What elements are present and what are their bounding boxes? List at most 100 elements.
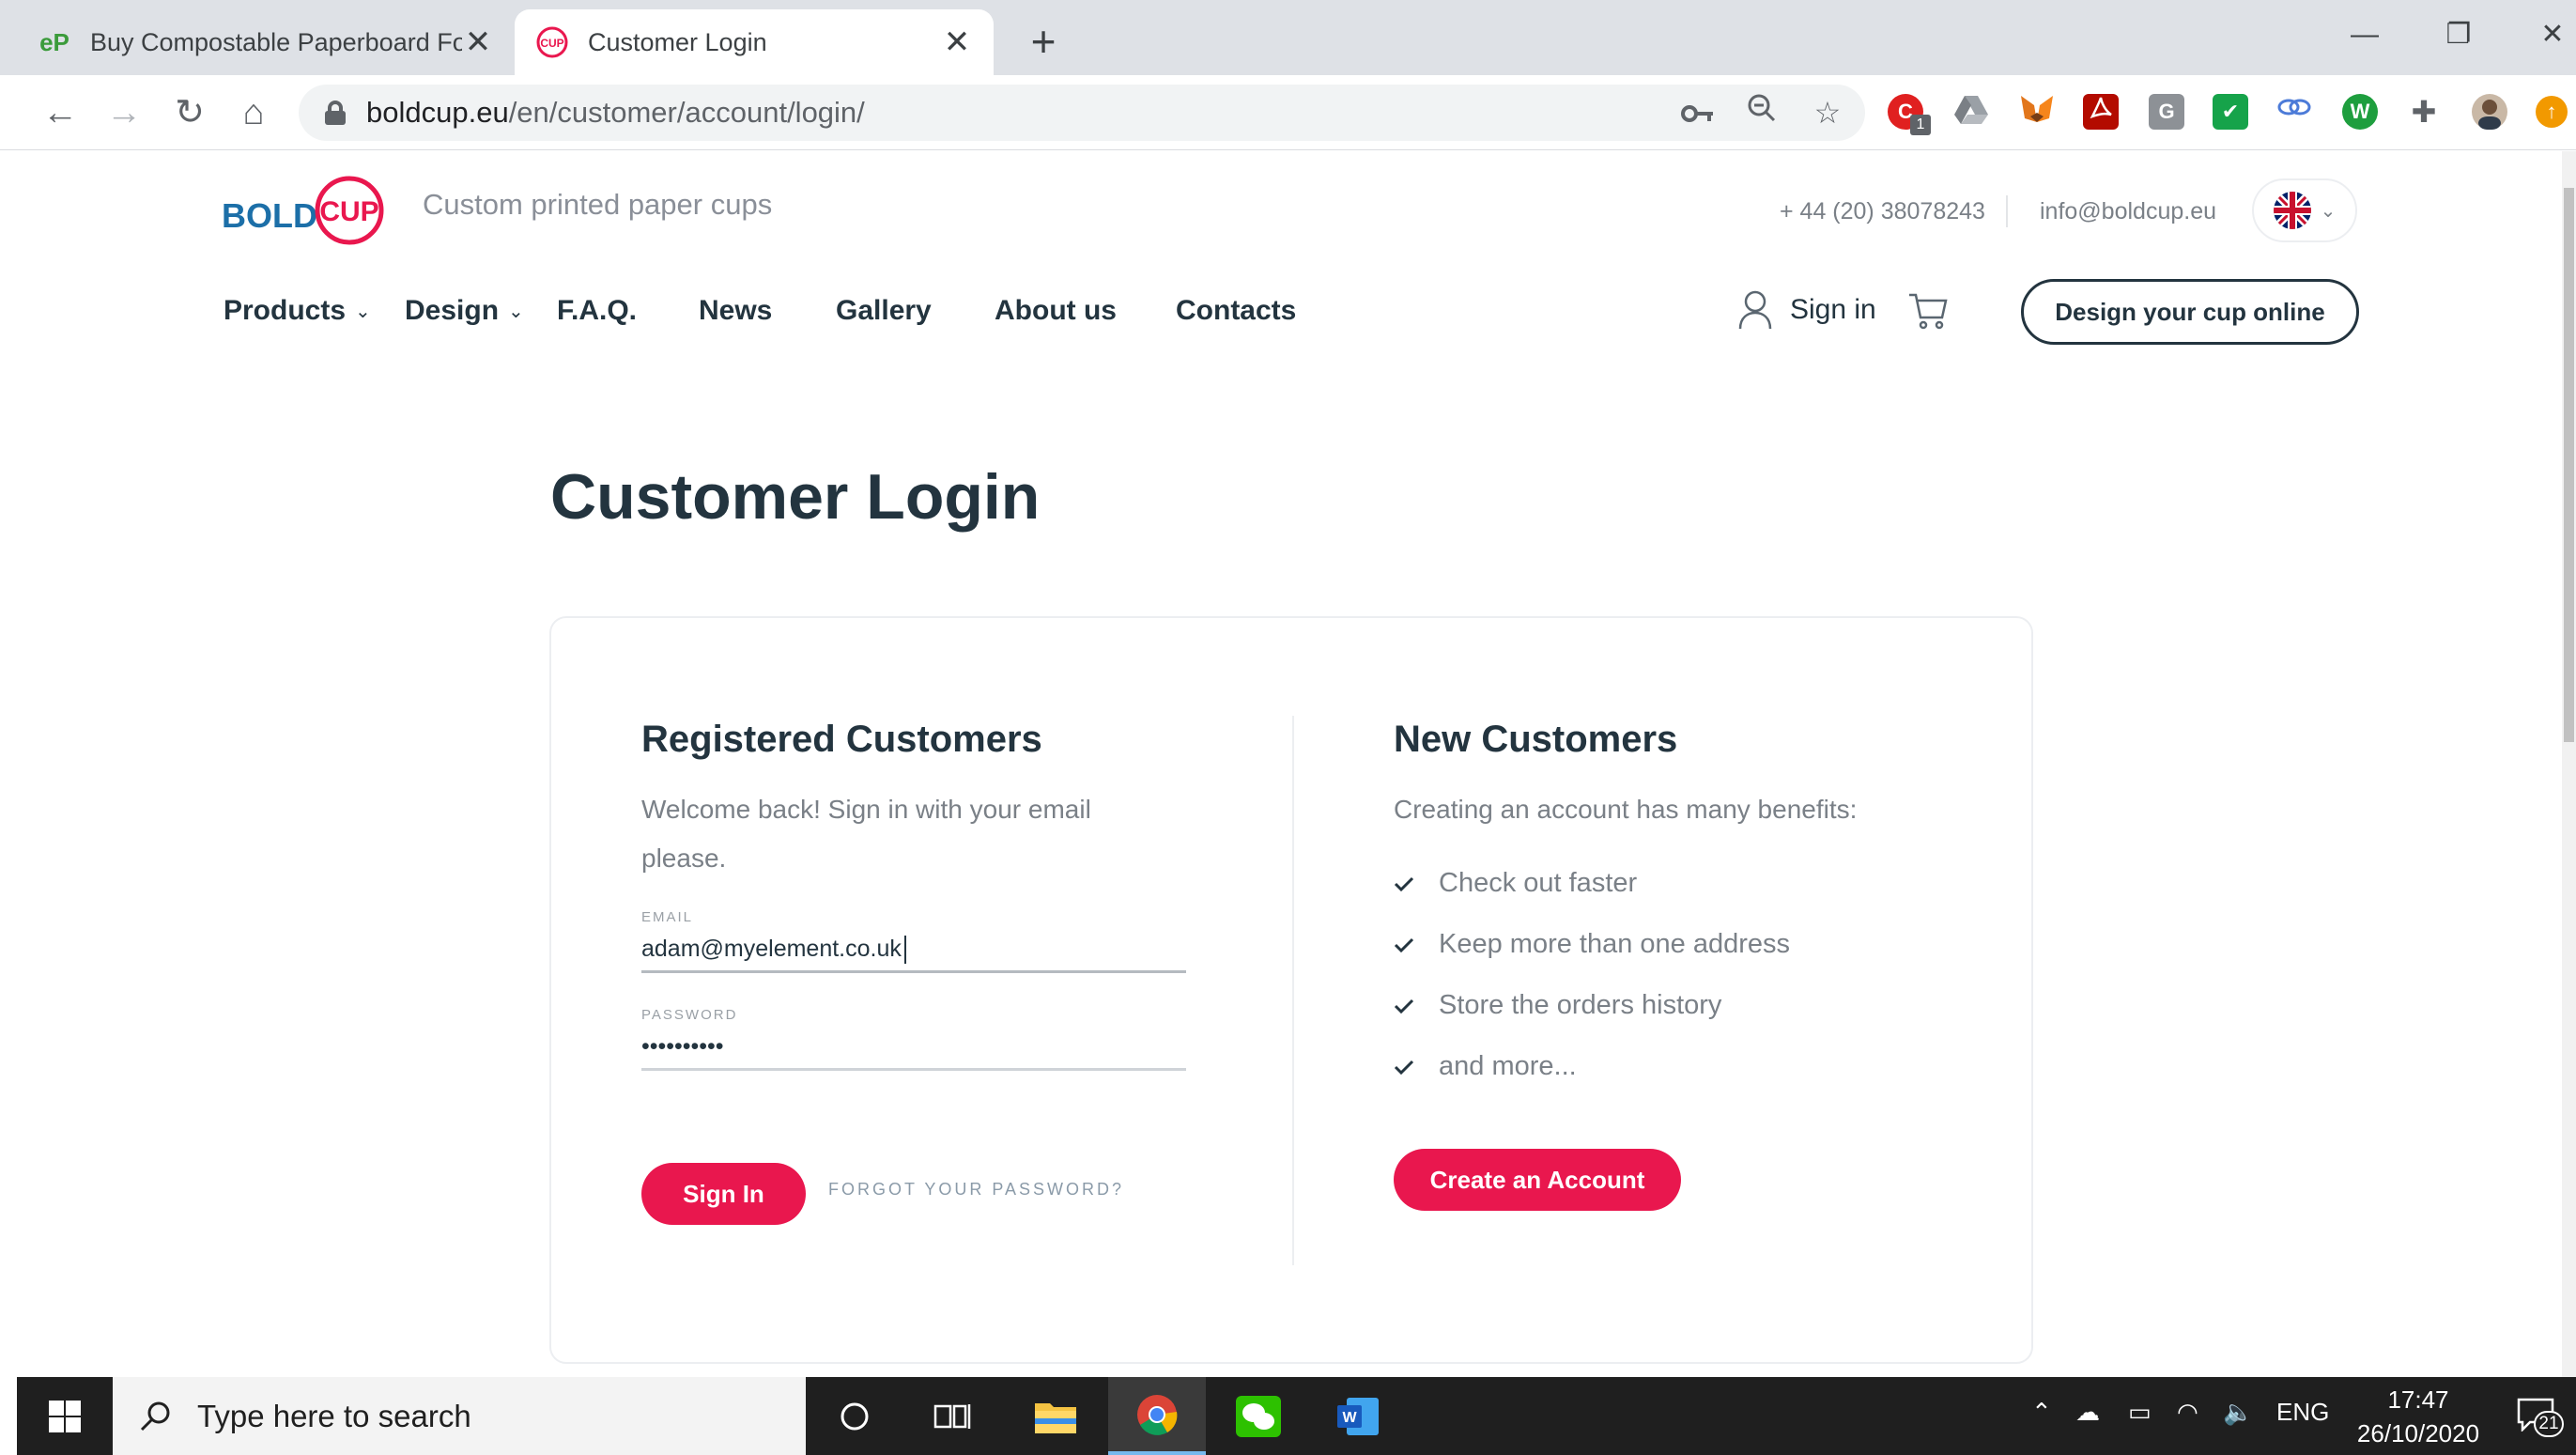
- metamask-fox-icon[interactable]: [2019, 94, 2055, 130]
- header-divider: [2006, 195, 2008, 227]
- contact-phone[interactable]: + 44 (20) 38078243: [1780, 198, 1985, 225]
- wechat-icon[interactable]: [1210, 1377, 1307, 1455]
- taskbar-search-box[interactable]: Type here to search: [113, 1377, 806, 1455]
- wifi-icon[interactable]: ◠: [2177, 1398, 2198, 1427]
- google-drive-icon[interactable]: [1953, 94, 1989, 130]
- taskbar-clock[interactable]: 17:47 26/10/2020: [2348, 1383, 2489, 1450]
- address-bar[interactable]: boldcup.eu/en/customer/account/login/: [299, 85, 1865, 141]
- nav-item-contacts[interactable]: Contacts: [1176, 295, 1296, 327]
- onedrive-cloud-icon[interactable]: ☁: [2075, 1398, 2100, 1427]
- cortana-icon[interactable]: [806, 1377, 903, 1455]
- registered-intro-line1: Welcome back! Sign in with your email: [641, 795, 1091, 824]
- home-icon[interactable]: ⌂: [227, 86, 280, 139]
- benefit-item: and more...: [1394, 1051, 1577, 1082]
- password-field[interactable]: [641, 1026, 1186, 1071]
- browser-tab-inactive[interactable]: eP Buy Compostable Paperboard Fo ✕: [17, 9, 515, 75]
- site-tagline: Custom printed paper cups: [423, 188, 773, 221]
- svg-text:CUP: CUP: [540, 37, 563, 50]
- address-host: boldcup.eu: [366, 96, 509, 129]
- cart-icon[interactable]: [1906, 289, 1950, 333]
- ep-favicon-icon: eP: [39, 27, 69, 56]
- update-arrow-icon[interactable]: ↑: [2536, 96, 2568, 128]
- language-switcher[interactable]: ⌄: [2252, 178, 2357, 242]
- create-account-button[interactable]: Create an Account: [1394, 1149, 1681, 1211]
- clock-date: 26/10/2020: [2356, 1419, 2480, 1447]
- reload-icon[interactable]: ↻: [163, 86, 216, 139]
- nav-label: Products: [224, 295, 347, 326]
- nav-label: Contacts: [1176, 295, 1297, 326]
- chevron-down-icon: ⌄: [508, 301, 524, 322]
- nav-label: F.A.Q.: [557, 295, 638, 326]
- benefit-text: Check out faster: [1439, 868, 1638, 898]
- nav-label: Gallery: [836, 295, 932, 326]
- input-language-indicator[interactable]: ENG: [2276, 1398, 2329, 1427]
- task-view-icon[interactable]: [903, 1377, 1001, 1455]
- lock-icon: [325, 101, 346, 125]
- card-divider: [1292, 716, 1294, 1265]
- sign-in-label: Sign in: [1790, 294, 1876, 325]
- adobe-pdf-icon[interactable]: [2083, 94, 2119, 130]
- page-scrollbar-thumb[interactable]: [2564, 188, 2574, 742]
- back-arrow-icon[interactable]: ←: [34, 86, 86, 139]
- new-customers-heading: New Customers: [1394, 719, 1678, 760]
- browser-tab-active[interactable]: CUP Customer Login ✕: [515, 9, 994, 75]
- header-sign-in-link[interactable]: Sign in: [1737, 289, 1876, 331]
- nav-item-news[interactable]: News: [699, 295, 772, 327]
- text-cursor: [904, 936, 906, 964]
- registered-customers-heading: Registered Customers: [641, 719, 1042, 760]
- extension-g-icon[interactable]: G: [2149, 94, 2184, 130]
- close-window-icon[interactable]: ✕: [2520, 11, 2576, 58]
- chevron-down-icon: ⌄: [2320, 200, 2337, 222]
- show-hidden-icons-chevron[interactable]: ⌃: [2031, 1398, 2052, 1427]
- boldcup-logo[interactable]: BOLD CUP: [222, 169, 391, 254]
- volume-icon[interactable]: 🔈: [2223, 1398, 2253, 1427]
- page-title: Customer Login: [550, 461, 1041, 533]
- checkmark-icon: [1394, 937, 1414, 952]
- zoom-out-icon[interactable]: [1741, 92, 1782, 133]
- profile-avatar-icon[interactable]: [2472, 94, 2507, 130]
- benefit-text: Store the orders history: [1439, 990, 1722, 1020]
- search-placeholder: Type here to search: [197, 1398, 471, 1433]
- checkmark-icon: [1394, 1060, 1414, 1075]
- close-tab-icon[interactable]: ✕: [462, 23, 494, 61]
- checkmark-icon: [1394, 876, 1414, 891]
- checkmark-extension-icon[interactable]: ✔: [2213, 94, 2248, 130]
- bookmark-star-icon[interactable]: ☆: [1807, 92, 1848, 133]
- password-key-icon[interactable]: [1677, 92, 1719, 133]
- svg-text:BOLD: BOLD: [222, 196, 317, 235]
- minimize-window-icon[interactable]: —: [2332, 11, 2398, 58]
- battery-icon[interactable]: ▭: [2128, 1398, 2152, 1427]
- registered-intro-line2: please.: [641, 844, 727, 873]
- sign-in-button[interactable]: Sign In: [641, 1163, 806, 1225]
- new-customers-intro: Creating an account has many benefits:: [1394, 795, 1858, 824]
- forgot-password-link[interactable]: FORGOT YOUR PASSWORD?: [828, 1180, 1124, 1200]
- restore-window-icon[interactable]: ❐: [2426, 11, 2491, 58]
- design-cup-online-button[interactable]: Design your cup online: [2021, 279, 2359, 345]
- tab-title: Customer Login: [588, 27, 767, 56]
- nav-item-design[interactable]: Design ⌄: [405, 295, 524, 327]
- extension-w-icon[interactable]: W: [2342, 94, 2378, 130]
- new-tab-button[interactable]: +: [1019, 17, 1068, 66]
- nav-item-faq[interactable]: F.A.Q.: [557, 295, 637, 327]
- svg-text:CUP: CUP: [319, 196, 378, 227]
- chrome-taskbar-icon[interactable]: [1108, 1377, 1206, 1455]
- close-tab-icon[interactable]: ✕: [941, 23, 973, 61]
- notifications-icon[interactable]: 21: [2517, 1398, 2564, 1439]
- benefit-text: Keep more than one address: [1439, 929, 1791, 959]
- windows-start-icon[interactable]: [17, 1377, 113, 1455]
- link-extension-icon[interactable]: [2276, 94, 2312, 130]
- contact-email[interactable]: info@boldcup.eu: [2040, 198, 2216, 225]
- nav-item-products[interactable]: Products ⌄: [224, 295, 371, 327]
- email-field[interactable]: [641, 928, 1186, 973]
- file-explorer-icon[interactable]: [1007, 1377, 1104, 1455]
- forward-arrow-icon[interactable]: →: [98, 86, 150, 139]
- benefit-item: Check out faster: [1394, 868, 1637, 899]
- uk-flag-icon: [2273, 192, 2311, 229]
- extension-badge: 1: [1910, 115, 1931, 135]
- nav-item-about-us[interactable]: About us: [995, 295, 1117, 327]
- password-field-label: PASSWORD: [641, 1007, 738, 1023]
- extensions-puzzle-icon[interactable]: ✚: [2406, 94, 2442, 130]
- word-icon[interactable]: W: [1309, 1377, 1407, 1455]
- nav-item-gallery[interactable]: Gallery: [836, 295, 932, 327]
- benefit-item: Keep more than one address: [1394, 929, 1790, 960]
